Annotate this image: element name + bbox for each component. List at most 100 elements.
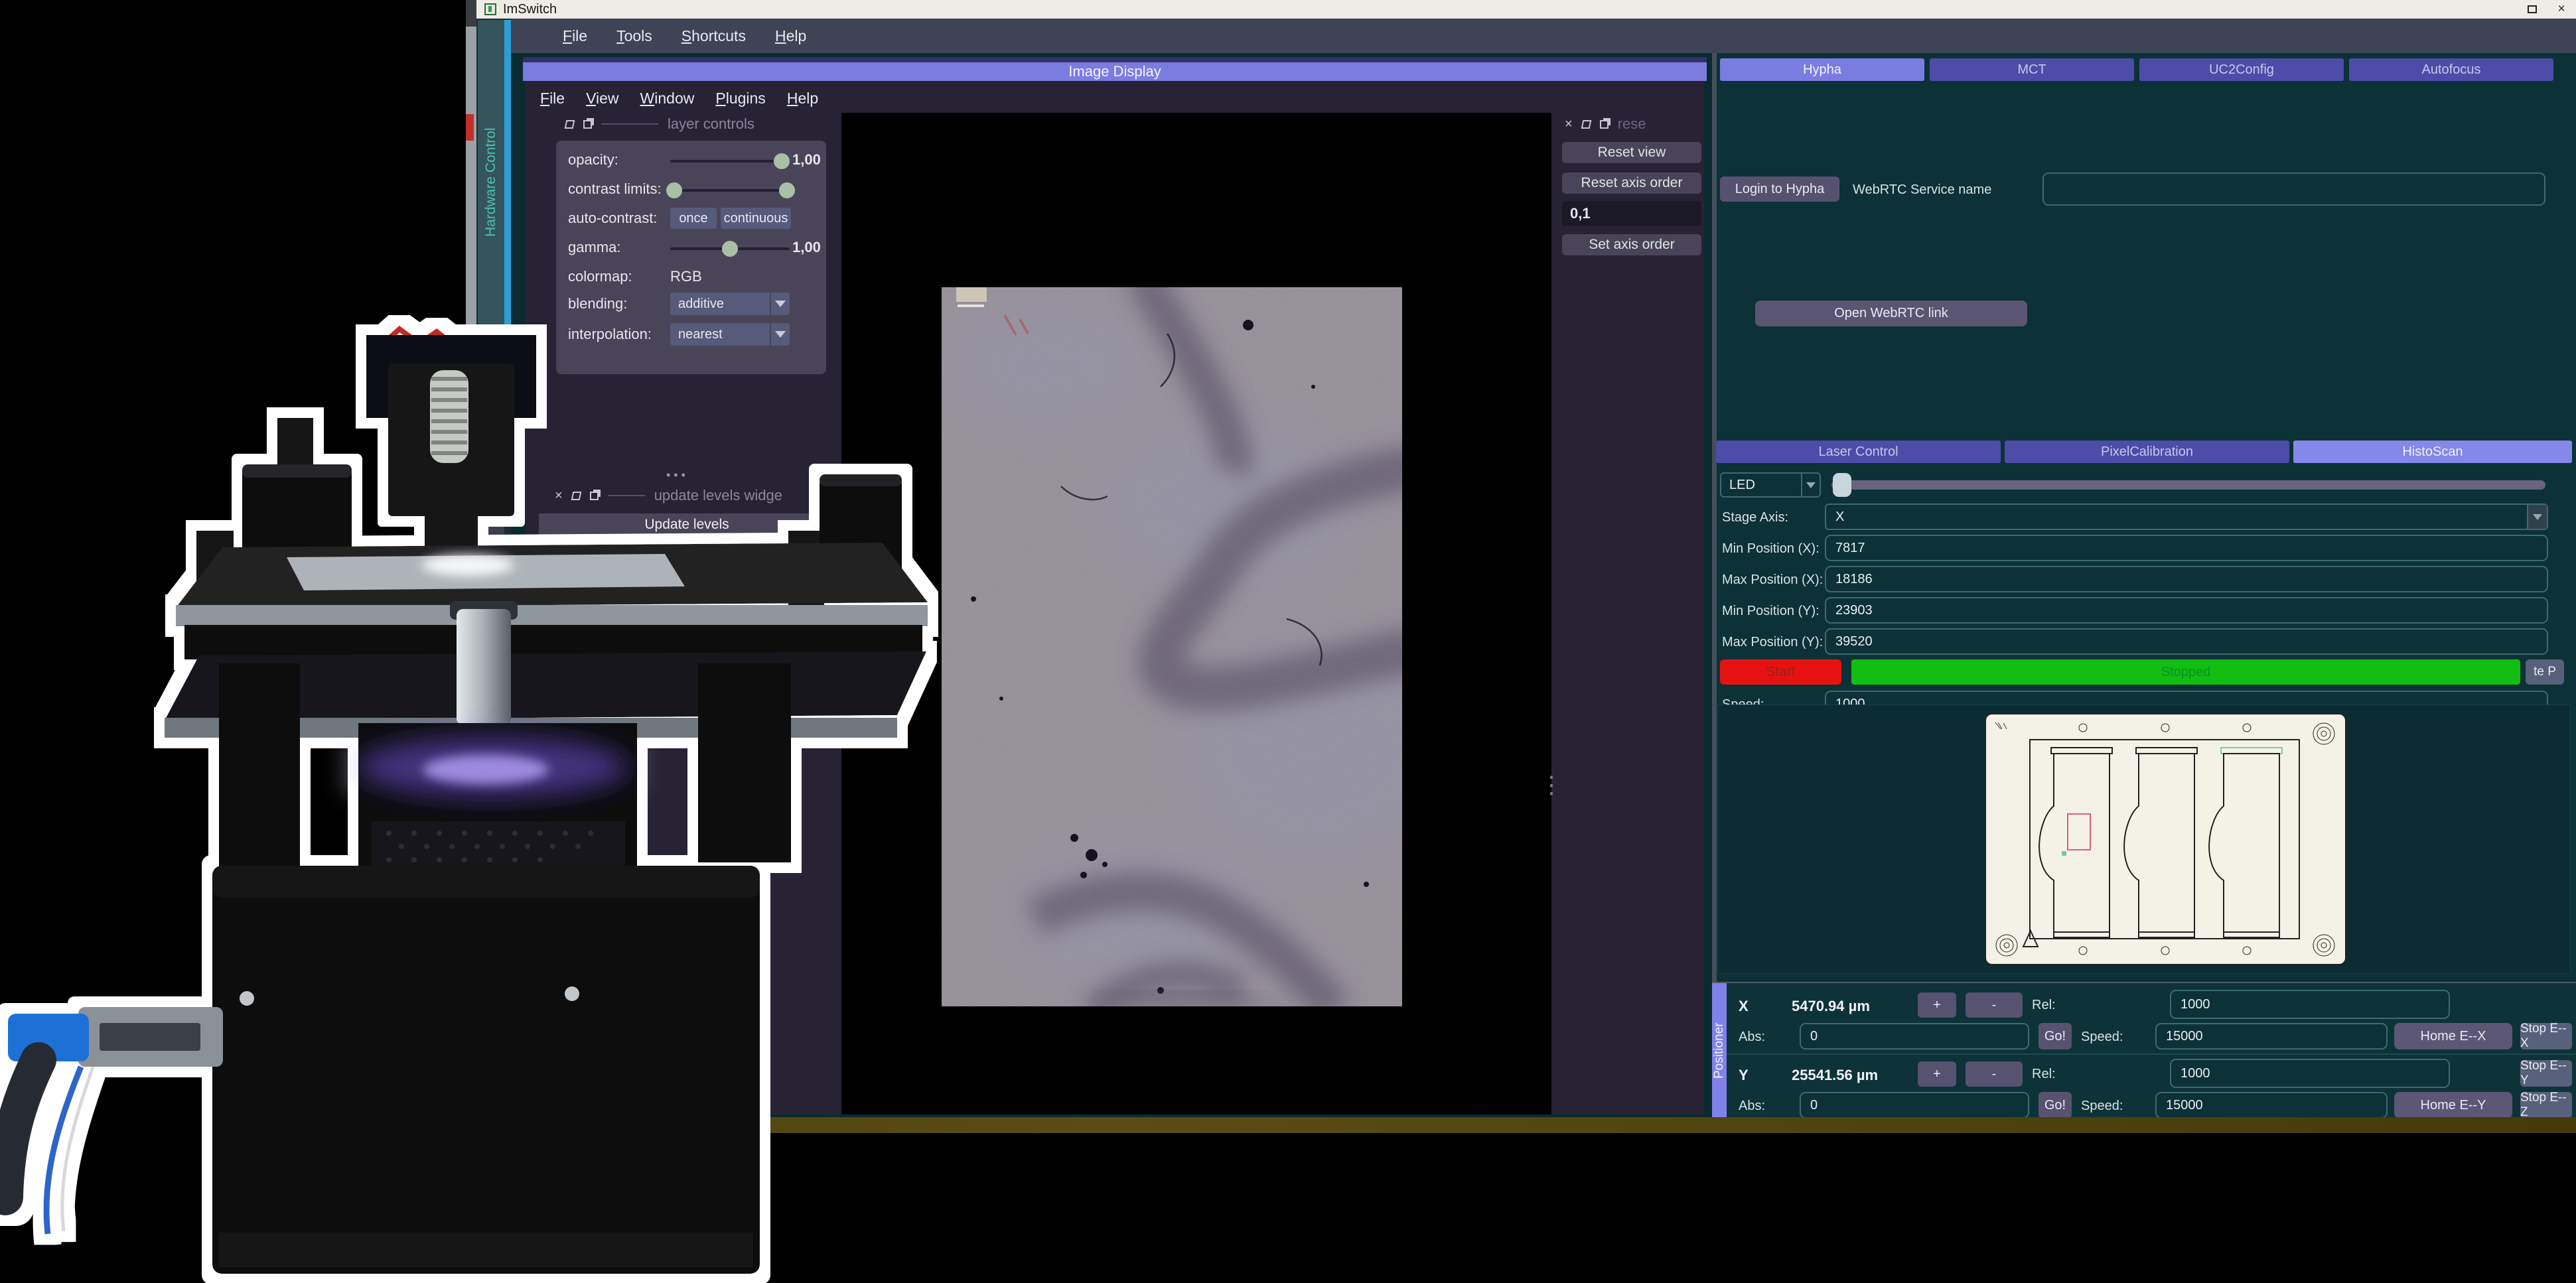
x-go-button[interactable]: Go! [2039, 1023, 2072, 1049]
x-minus-button[interactable]: - [1966, 992, 2023, 1018]
contrast-limits-slider[interactable] [670, 189, 790, 192]
menu-tools[interactable]: Tools [616, 27, 652, 45]
illumination-slider-handle[interactable] [1833, 473, 1851, 497]
base-box [212, 866, 760, 1274]
max-x-input[interactable] [1825, 566, 2548, 592]
reset-axis-order-button[interactable]: Reset axis order [1562, 172, 1701, 194]
y-abs-input[interactable] [1800, 1092, 2029, 1117]
view-dock-header: × rese [1565, 114, 1646, 134]
close-dock-icon[interactable]: × [1565, 117, 1573, 132]
x-abs-input[interactable] [1800, 1023, 2029, 1049]
axis-x-letter: X [1739, 998, 1749, 1015]
contrast-limits-label: contrast limits: [568, 180, 662, 198]
tab-pixelcalibration[interactable]: PixelCalibration [2005, 440, 2289, 463]
panel-splitter[interactable] [1712, 53, 1717, 982]
microscope-photo [0, 199, 969, 1283]
stop-x-button[interactable]: Stop E--X [2520, 1023, 2572, 1049]
home-y-button[interactable]: Home E--Y [2394, 1092, 2512, 1117]
axis-y-letter: Y [1739, 1067, 1749, 1084]
login-hypha-button[interactable]: Login to Hypha [1720, 176, 1839, 202]
float-dock-icon[interactable] [1581, 120, 1591, 129]
y-plus-button[interactable]: + [1918, 1061, 1956, 1087]
webrtc-service-input[interactable] [2042, 172, 2545, 206]
stop-y-button[interactable]: Stop E--Y [2520, 1060, 2572, 1087]
max-y-input[interactable] [1825, 628, 2548, 655]
y-rel-input[interactable] [2170, 1059, 2450, 1088]
stop-z-button[interactable]: Stop E--Z [2520, 1092, 2572, 1117]
x-plus-button[interactable]: + [1918, 992, 1956, 1018]
main-menubar: File Tools Shortcuts Help [511, 19, 2576, 53]
image-display-dock-title[interactable]: Image Display [523, 62, 1707, 81]
axis-order-input[interactable]: 0,1 [1562, 201, 1701, 226]
tab-mct[interactable]: MCT [1930, 58, 2134, 81]
illumination-intensity-slider[interactable] [1831, 480, 2545, 490]
axis-x-position: 5470.94 µm [1792, 998, 1870, 1015]
maximize-button[interactable] [2518, 1, 2547, 17]
min-x-input[interactable] [1825, 535, 2548, 561]
max-x-label: Max Position (X): [1722, 573, 1823, 588]
napari-menu-help[interactable]: Help [787, 90, 818, 107]
illumination-source-value: LED [1721, 478, 1801, 493]
stage-axis-dropdown[interactable]: X [1825, 504, 2548, 530]
tab-laser-control[interactable]: Laser Control [1716, 440, 2001, 463]
y-go-button[interactable]: Go! [2039, 1092, 2072, 1117]
popout-dock-icon[interactable] [1600, 120, 1609, 129]
view-dock-title: rese [1618, 115, 1646, 133]
y-minus-button[interactable]: - [1966, 1061, 2023, 1087]
min-x-label: Min Position (X): [1722, 541, 1820, 557]
image-display-dock-border [523, 57, 1707, 62]
float-dock-icon[interactable] [565, 120, 575, 129]
napari-menu-plugins[interactable]: Plugins [715, 90, 765, 107]
current-position-marker [2062, 851, 2066, 856]
contrast-low-handle[interactable] [666, 182, 682, 198]
home-x-button[interactable]: Home E--X [2394, 1023, 2512, 1049]
opacity-slider-handle[interactable] [774, 153, 790, 169]
lead-screw-spring [430, 370, 468, 463]
set-axis-order-button[interactable]: Set axis order [1562, 234, 1701, 255]
layer-controls-dock-title: layer controls [668, 115, 754, 133]
opacity-label: opacity: [568, 151, 618, 169]
partial-button[interactable]: te P [2526, 659, 2564, 685]
wellplate-map[interactable] [1985, 713, 2346, 965]
window-title: ImSwitch [503, 2, 557, 17]
tab-hypha[interactable]: Hypha [1720, 58, 1924, 81]
open-webrtc-link-button[interactable]: Open WebRTC link [1755, 301, 2027, 326]
background-window-edge-red [466, 114, 474, 141]
napari-menubar: File View Window Plugins Help [526, 85, 1056, 111]
tab-uc2config[interactable]: UC2Config [2139, 58, 2344, 81]
menu-shortcuts[interactable]: Shortcuts [681, 27, 746, 45]
y-speed-input[interactable] [2155, 1092, 2388, 1117]
close-icon: × [2557, 2, 2565, 17]
braided-cable [5, 1060, 38, 1197]
illumination-source-dropdown[interactable]: LED [1720, 472, 1821, 498]
close-button[interactable]: × [2547, 1, 2576, 17]
napari-menu-file[interactable]: File [540, 90, 565, 107]
microscopy-image [942, 287, 1402, 1006]
start-scan-button[interactable]: Start [1720, 659, 1841, 685]
background-window-edge-top [466, 0, 476, 27]
menu-file[interactable]: File [563, 27, 587, 45]
popout-dock-icon[interactable] [583, 120, 592, 129]
stage-axis-value: X [1826, 509, 2527, 525]
x-rel-input[interactable] [2170, 990, 2450, 1019]
napari-menu-window[interactable]: Window [640, 90, 695, 107]
webrtc-service-label: WebRTC Service name [1853, 182, 1991, 198]
layer-controls-dock-header: layer controls [565, 114, 754, 134]
contrast-high-handle[interactable] [779, 182, 795, 198]
stage-axis-dropdown-arrow [2527, 505, 2547, 529]
x-speed-label: Speed: [2081, 1030, 2123, 1045]
x-abs-label: Abs: [1739, 1030, 1765, 1045]
napari-menu-view[interactable]: View [586, 90, 618, 107]
menu-help[interactable]: Help [775, 27, 806, 45]
tab-histoscan[interactable]: HistoScan [2293, 440, 2572, 463]
positioner-tab[interactable]: Positioner [1712, 983, 1727, 1117]
y-speed-label: Speed: [2081, 1099, 2123, 1114]
reset-view-button[interactable]: Reset view [1562, 142, 1701, 163]
dock-splitter-handle[interactable]: ⋮ [1539, 771, 1563, 799]
window-titlebar[interactable]: ImSwitch × [476, 0, 2576, 19]
tab-autofocus[interactable]: Autofocus [2349, 58, 2553, 81]
min-y-input[interactable] [1825, 597, 2548, 624]
max-y-label: Max Position (Y): [1722, 635, 1823, 650]
x-speed-input[interactable] [2155, 1023, 2388, 1049]
opacity-slider[interactable] [670, 160, 790, 163]
